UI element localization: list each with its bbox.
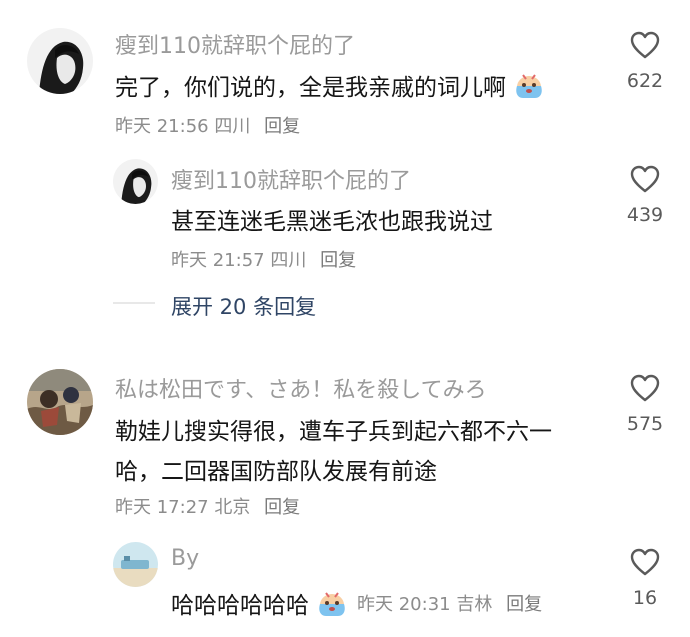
comment-meta: 昨天 21:56 四川 回复 bbox=[115, 112, 300, 138]
comment-time: 昨天 21:56 bbox=[115, 116, 209, 137]
reply-button[interactable]: 回复 bbox=[264, 116, 300, 137]
comment-location: 四川 bbox=[214, 116, 251, 137]
like-count: 16 bbox=[632, 587, 658, 609]
reply-username[interactable]: By bbox=[171, 546, 199, 571]
reply-time: 昨天 20:31 bbox=[357, 594, 451, 615]
comment-text-content: 完了，你们说的，全是我亲戚的词儿啊 bbox=[115, 75, 506, 101]
avatar[interactable] bbox=[113, 542, 158, 587]
avatar[interactable] bbox=[27, 28, 93, 94]
like-button[interactable] bbox=[610, 164, 680, 198]
avatar[interactable] bbox=[27, 369, 93, 435]
like-button[interactable] bbox=[610, 373, 680, 407]
avatar[interactable] bbox=[113, 159, 158, 204]
reply-location: 四川 bbox=[270, 250, 307, 271]
reply-button[interactable]: 回复 bbox=[506, 594, 542, 615]
comment-location: 北京 bbox=[214, 497, 251, 518]
reply-meta: 昨天 20:31 吉林 回复 bbox=[357, 590, 542, 616]
crying-face-emoji-icon bbox=[513, 72, 545, 106]
heart-outline-icon bbox=[630, 374, 660, 402]
like-count: 575 bbox=[626, 413, 664, 435]
heart-outline-icon bbox=[630, 31, 660, 59]
reply-meta: 昨天 21:57 四川 回复 bbox=[171, 246, 356, 272]
comment-text: 完了，你们说的，全是我亲戚的词儿啊 bbox=[115, 68, 545, 106]
comment-username[interactable]: 瘦到110就辞职个屁的了 bbox=[115, 28, 355, 60]
reply-username[interactable]: 瘦到110就辞职个屁的了 bbox=[171, 163, 411, 195]
reply-time: 昨天 21:57 bbox=[171, 250, 265, 271]
comment-time: 昨天 17:27 bbox=[115, 497, 209, 518]
reply-text: 哈哈哈哈哈哈 bbox=[171, 586, 348, 624]
crying-face-emoji-icon bbox=[316, 590, 348, 624]
reply-text-content: 哈哈哈哈哈哈 bbox=[171, 593, 309, 619]
reply-location: 吉林 bbox=[456, 594, 493, 615]
comment-username[interactable]: 私は松田です、さあ！私を殺してみろ bbox=[115, 372, 487, 404]
reply-text: 甚至连迷毛黑迷毛浓也跟我说过 bbox=[171, 209, 493, 235]
like-button[interactable] bbox=[610, 547, 680, 581]
like-count: 622 bbox=[626, 70, 664, 92]
comment-meta: 昨天 17:27 北京 回复 bbox=[115, 493, 300, 519]
heart-outline-icon bbox=[630, 548, 660, 576]
reply-button[interactable]: 回复 bbox=[264, 497, 300, 518]
expand-replies-button[interactable]: 展开 20 条回复 bbox=[171, 291, 316, 321]
reply-button[interactable]: 回复 bbox=[320, 250, 356, 271]
like-button[interactable] bbox=[610, 30, 680, 64]
heart-outline-icon bbox=[630, 165, 660, 193]
expand-divider bbox=[113, 302, 155, 304]
like-count: 439 bbox=[626, 204, 664, 226]
comment-text-line: 勒娃儿搜实得很，遭车子兵到起六都不六一 bbox=[115, 419, 552, 445]
comment-text-line: 哈，二回器国防部队发展有前途 bbox=[115, 459, 437, 485]
